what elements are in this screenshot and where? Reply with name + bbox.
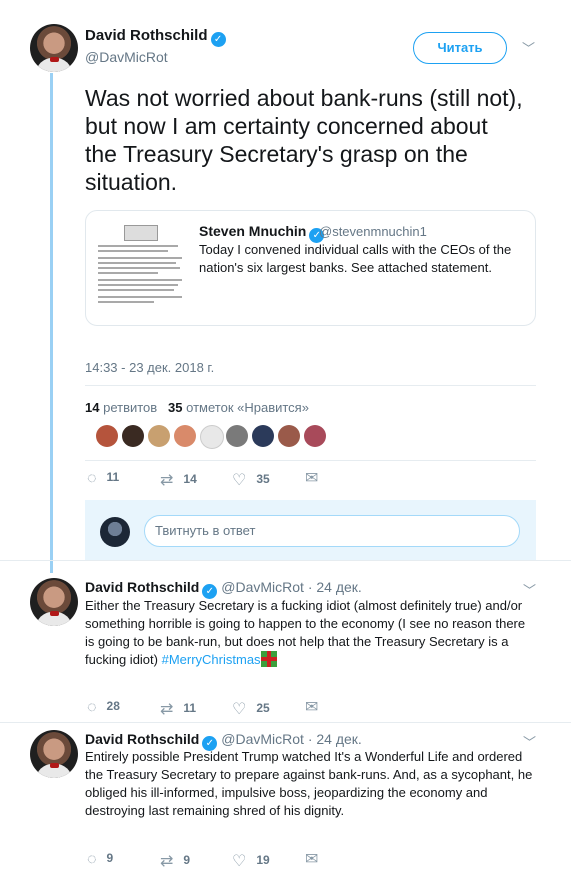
divider <box>85 460 536 461</box>
thread-line <box>50 73 53 573</box>
like-label: отметок «Нравится» <box>186 400 309 415</box>
reply-icon: ◌ <box>87 851 97 868</box>
envelope-icon: ✉ <box>305 699 319 716</box>
reply-button[interactable]: ◌ 9 <box>87 851 113 869</box>
author-handle[interactable]: @DavMicRot <box>85 49 168 65</box>
timestamp[interactable]: 14:33 - 23 дек. 2018 г. <box>85 360 214 375</box>
heart-icon: ♡ <box>232 472 247 489</box>
tweet-text: Either the Treasury Secretary is a fucki… <box>85 598 526 667</box>
author-handle[interactable]: @DavMicRot <box>221 579 304 595</box>
quoted-tweet[interactable]: Steven Mnuchin ✓ @stevenmnuchin1 Today I … <box>85 210 536 326</box>
avatar[interactable] <box>30 578 78 626</box>
direct-message-button[interactable]: ✉ <box>305 697 328 717</box>
liker-avatar[interactable] <box>304 425 326 447</box>
like-button[interactable]: ♡ 19 <box>232 851 270 871</box>
quoted-handle[interactable]: @stevenmnuchin1 <box>319 224 427 239</box>
liker-avatar[interactable] <box>252 425 274 447</box>
tweet-date[interactable]: · 24 дек. <box>308 731 362 747</box>
direct-message-button[interactable]: ✉ <box>305 468 328 488</box>
heart-icon: ♡ <box>232 701 247 718</box>
liker-avatar[interactable] <box>122 425 144 447</box>
liker-avatar[interactable] <box>200 425 224 449</box>
avatar[interactable] <box>30 24 78 72</box>
liker-avatar[interactable] <box>148 425 170 447</box>
liker-avatar[interactable] <box>96 425 118 447</box>
retweet-icon: ⇄ <box>160 701 174 718</box>
envelope-icon: ✉ <box>305 851 319 868</box>
statement-image <box>94 221 186 317</box>
reply-input[interactable]: Твитнуть в ответ <box>144 515 520 547</box>
divider <box>0 722 571 723</box>
envelope-icon: ✉ <box>305 470 319 487</box>
retweet-button[interactable]: ⇄ 9 <box>160 851 190 871</box>
author-handle[interactable]: @DavMicRot <box>221 731 304 747</box>
quoted-text: Today I convened individual calls with t… <box>199 242 512 275</box>
tweet-text: Entirely possible President Trump watche… <box>85 749 533 818</box>
heart-icon: ♡ <box>232 853 247 870</box>
reply-button[interactable]: ◌ 28 <box>87 699 120 717</box>
author-name[interactable]: David Rothschild <box>85 579 199 595</box>
liker-avatar[interactable] <box>174 425 196 447</box>
avatar[interactable] <box>30 730 78 778</box>
retweet-count: 14 <box>85 400 100 415</box>
divider <box>0 560 571 561</box>
retweet-button[interactable]: ⇄ 11 <box>160 699 196 719</box>
engagement-stats[interactable]: 14 ретвитов 35 отметок «Нравится» <box>85 400 309 415</box>
divider <box>85 385 536 386</box>
liker-avatar[interactable] <box>278 425 300 447</box>
reply-icon: ◌ <box>87 699 97 716</box>
like-button[interactable]: ♡ 25 <box>232 699 270 719</box>
hashtag-link[interactable]: #MerryChristmas <box>162 652 261 667</box>
reply-icon: ◌ <box>87 470 97 487</box>
retweet-icon: ⇄ <box>160 472 174 489</box>
author-info[interactable]: David Rothschild ✓ <box>85 27 226 47</box>
follow-button[interactable]: Читать <box>413 32 507 64</box>
chevron-down-icon[interactable]: ﹀ <box>522 38 535 57</box>
tweet-header: David Rothschild ✓ @DavMicRot · 24 дек. <box>85 579 362 599</box>
verified-badge-icon: ✓ <box>210 32 226 47</box>
direct-message-button[interactable]: ✉ <box>305 849 328 869</box>
liker-avatar[interactable] <box>226 425 248 447</box>
retweet-label: ретвитов <box>103 400 158 415</box>
retweet-button[interactable]: ⇄ 14 <box>160 470 197 490</box>
quoted-author[interactable]: Steven Mnuchin ✓ <box>199 223 325 243</box>
like-button[interactable]: ♡ 35 <box>232 470 270 490</box>
tweet-date[interactable]: · 24 дек. <box>308 579 362 595</box>
user-avatar <box>100 517 130 547</box>
author-name[interactable]: David Rothschild <box>85 731 199 747</box>
retweet-icon: ⇄ <box>160 853 174 870</box>
reply-button[interactable]: ◌ 11 <box>87 470 119 488</box>
author-name[interactable]: David Rothschild <box>85 27 208 44</box>
tweet-text: Was not worried about bank-runs (still n… <box>85 85 523 195</box>
like-count: 35 <box>168 400 183 415</box>
gift-emoji-icon <box>260 651 277 667</box>
